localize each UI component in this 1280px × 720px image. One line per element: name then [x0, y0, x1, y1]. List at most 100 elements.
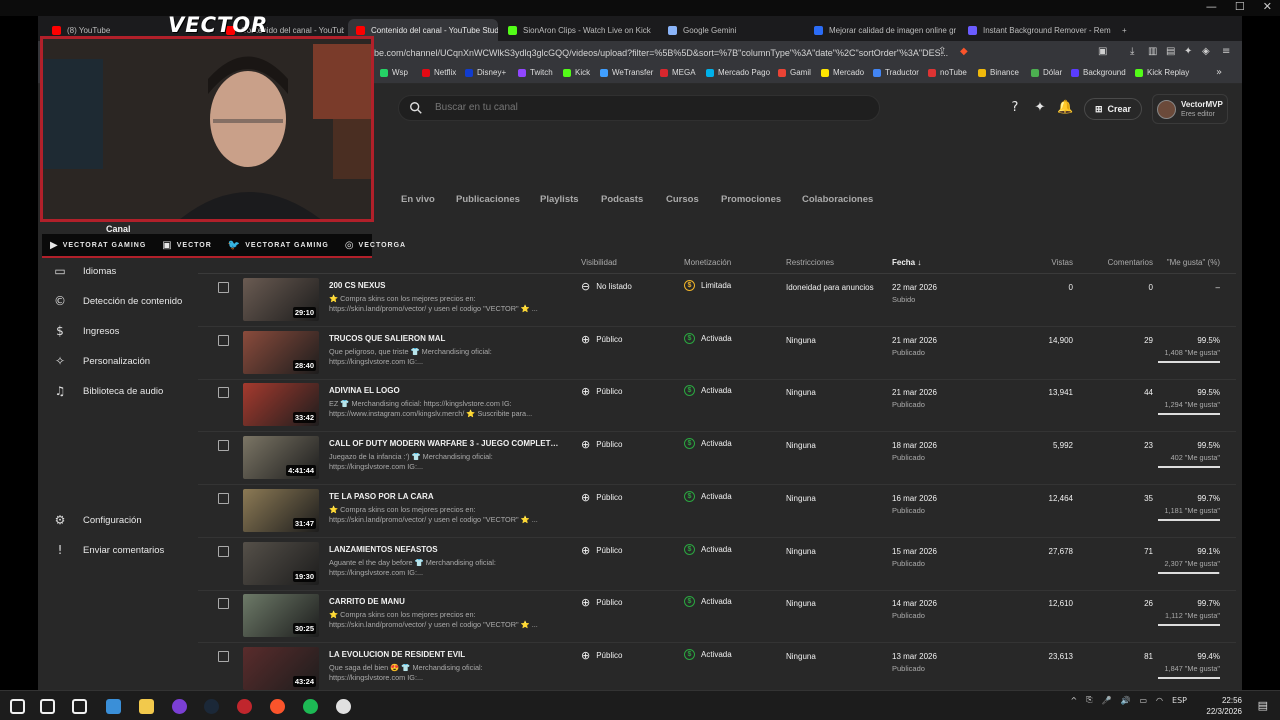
content-tab[interactable]: Colaboraciones — [802, 194, 873, 205]
tray-wifi-icon[interactable]: ◠ — [1156, 696, 1163, 705]
bookmark-item[interactable]: Netflix — [422, 68, 456, 77]
minimize-icon[interactable]: — — [1206, 0, 1217, 13]
sparkle-icon[interactable]: ✦ — [1032, 100, 1048, 116]
start-icon[interactable] — [10, 699, 25, 714]
download-icon[interactable]: ⤓ — [1130, 46, 1134, 57]
sidebar-item[interactable]: ⚙ Configuración — [44, 507, 190, 533]
video-thumbnail[interactable]: 31:47 — [243, 488, 319, 532]
col-monetization[interactable]: Monetización — [684, 258, 731, 267]
bookmark-item[interactable]: Wsp — [380, 68, 408, 77]
content-tab[interactable]: Playlists — [540, 194, 579, 205]
row-checkbox[interactable] — [218, 650, 229, 662]
bookmark-item[interactable]: Mercado — [821, 68, 864, 77]
sidebar-item[interactable]: ! Enviar comentarios — [44, 537, 190, 563]
discord-icon[interactable] — [172, 699, 187, 714]
help-icon[interactable]: ? — [1007, 100, 1023, 116]
video-title[interactable]: TE LA PASO POR LA CARA — [329, 492, 559, 501]
content-tab[interactable]: En vivo — [401, 194, 435, 205]
sidebar-item[interactable]: $ Ingresos — [44, 318, 190, 344]
visibility-cell[interactable]: ⊖ No listado — [581, 280, 632, 293]
bookmark-item[interactable]: WeTransfer — [600, 68, 653, 77]
table-row[interactable]: 4:41:44 CALL OF DUTY MODERN WARFARE 3 - J… — [198, 432, 1236, 486]
tray-volume-icon[interactable]: 🔊 — [1121, 696, 1131, 705]
brave-shield-icon[interactable]: ◆ — [960, 46, 968, 57]
browser-tab[interactable]: SionAron Clips - Watch Live on Kick — [500, 19, 656, 41]
account-switcher[interactable]: VectorMVP Eres editor — [1152, 94, 1228, 124]
sidebar-item[interactable]: ♫ Biblioteca de audio — [44, 378, 190, 404]
table-row[interactable]: 30:25 CARRITO DE MANU ⭐ Compra skins con l… — [198, 590, 1236, 644]
video-title[interactable]: CARRITO DE MANU — [329, 597, 559, 606]
bookmark-item[interactable]: noTube — [928, 68, 967, 77]
col-likes[interactable]: "Me gusta" (%) — [1167, 258, 1220, 267]
visibility-cell[interactable]: ⊕ Público — [581, 333, 622, 346]
video-thumbnail[interactable]: 33:42 — [243, 383, 319, 427]
col-views[interactable]: Vistas — [1051, 258, 1073, 267]
table-row[interactable]: 33:42 ADIVINA EL LOGO EZ 👕 Merchandising o… — [198, 379, 1236, 433]
tray-lang[interactable]: ESP — [1172, 696, 1187, 705]
search-icon[interactable] — [40, 699, 55, 714]
video-title[interactable]: LA EVOLUCION DE RESIDENT EVIL — [329, 650, 559, 659]
visibility-cell[interactable]: ⊕ Público — [581, 385, 622, 398]
bookmark-item[interactable]: Twitch — [518, 68, 553, 77]
visibility-cell[interactable]: ⊕ Público — [581, 491, 622, 504]
sidebar-item[interactable]: © Detección de contenido — [44, 288, 190, 314]
monetization-cell[interactable]: $ Limitada — [684, 280, 731, 291]
bookmark-item[interactable]: MEGA — [660, 68, 696, 77]
bookmark-item[interactable]: Gamil — [778, 68, 811, 77]
menu-icon[interactable]: ≡ — [1222, 46, 1230, 57]
create-button[interactable]: ⊞ Crear — [1084, 98, 1143, 120]
more-bookmarks-icon[interactable]: » — [1216, 67, 1222, 78]
row-checkbox[interactable] — [218, 492, 229, 504]
video-thumbnail[interactable]: 28:40 — [243, 330, 319, 374]
sidebar-item[interactable]: ✧ Personalización — [44, 348, 190, 374]
file-explorer-icon[interactable] — [106, 699, 121, 714]
row-checkbox[interactable] — [218, 598, 229, 610]
video-thumbnail[interactable]: 43:24 — [243, 646, 319, 690]
sidebar-item[interactable]: ▭ Idiomas — [44, 258, 190, 284]
reader-icon[interactable]: ▣ — [1098, 46, 1107, 57]
col-restrictions[interactable]: Restricciones — [786, 258, 834, 267]
close-icon[interactable]: ✕ — [1263, 0, 1272, 13]
sidebar-toggle-icon[interactable]: ▥ — [1148, 46, 1157, 57]
maximize-icon[interactable]: ☐ — [1235, 0, 1245, 13]
browser-tab[interactable]: Mejorar calidad de imagen online gr — [806, 19, 956, 41]
table-row[interactable]: 29:10 200 CS NEXUS ⭐ Compra skins con los … — [198, 274, 1236, 327]
visibility-cell[interactable]: ⊕ Público — [581, 649, 622, 662]
visibility-cell[interactable]: ⊕ Público — [581, 544, 622, 557]
tray-network-icon[interactable]: ▭ — [1139, 696, 1147, 705]
browser-tab[interactable]: Instant Background Remover - Rem — [960, 19, 1126, 41]
monetization-cell[interactable]: $ Activada — [684, 648, 732, 660]
video-thumbnail[interactable]: 19:30 — [243, 541, 319, 585]
row-checkbox[interactable] — [218, 334, 229, 346]
share-icon[interactable]: ⇪ — [938, 46, 946, 57]
table-row[interactable]: 28:40 TRUCOS QUE SALIERON MAL Que peligros… — [198, 327, 1236, 380]
video-thumbnail[interactable]: 4:41:44 — [243, 436, 319, 480]
task-view-icon[interactable] — [72, 699, 87, 714]
opera-icon[interactable] — [237, 699, 252, 714]
video-title[interactable]: TRUCOS QUE SALIERON MAL — [329, 334, 559, 343]
bookmark-item[interactable]: Dólar — [1031, 68, 1062, 77]
monetization-cell[interactable]: $ Activada — [684, 490, 732, 502]
steam-icon[interactable] — [204, 699, 219, 714]
bookmark-item[interactable]: Kick Replay — [1135, 68, 1189, 77]
bookmark-item[interactable]: Binance — [978, 68, 1019, 77]
monetization-cell[interactable]: $ Activada — [684, 385, 732, 397]
visibility-cell[interactable]: ⊕ Público — [581, 596, 622, 609]
table-row[interactable]: 31:47 TE LA PASO POR LA CARA ⭐ Compra skin… — [198, 485, 1236, 538]
browser-tab[interactable]: Google Gemini — [660, 19, 800, 41]
clock[interactable]: 22:56 22/3/2026 — [1206, 695, 1242, 717]
tray-usb-icon[interactable]: ⎘ — [1086, 695, 1092, 705]
row-checkbox[interactable] — [218, 387, 229, 399]
content-tab[interactable]: Podcasts — [601, 194, 643, 205]
video-title[interactable]: ADIVINA EL LOGO — [329, 386, 559, 395]
col-comments[interactable]: Comentarios — [1108, 258, 1153, 267]
bookmark-item[interactable]: Mercado Pago — [706, 68, 770, 77]
tray-chevron-icon[interactable]: ^ — [1070, 696, 1077, 705]
notifications-icon[interactable]: 🔔 — [1057, 100, 1073, 116]
video-title[interactable]: LANZAMIENTOS NEFASTOS — [329, 545, 559, 554]
table-row[interactable]: 19:30 LANZAMIENTOS NEFASTOS Aguante el the… — [198, 538, 1236, 591]
new-tab-button[interactable]: + — [1114, 19, 1135, 41]
visibility-cell[interactable]: ⊕ Público — [581, 438, 622, 451]
row-checkbox[interactable] — [218, 440, 229, 452]
table-row[interactable]: 43:24 LA EVOLUCION DE RESIDENT EVIL Que sa… — [198, 643, 1236, 690]
